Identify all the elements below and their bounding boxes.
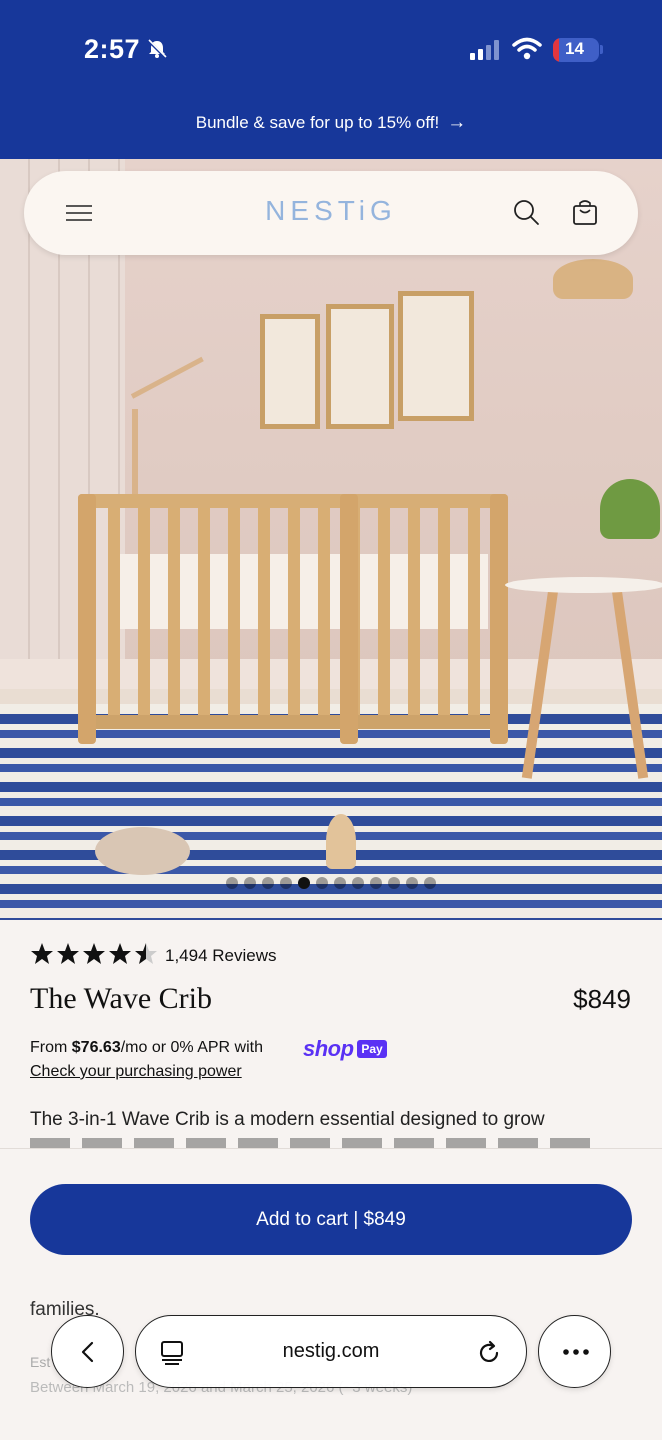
star-rating xyxy=(30,942,158,966)
gallery-dot[interactable] xyxy=(298,877,310,889)
wall-art-ducks xyxy=(398,291,474,421)
gallery-pagination[interactable] xyxy=(226,877,436,889)
top-banner: 2:57 14 Bundle & save for up to 15% off!… xyxy=(0,0,662,159)
plush-turtle xyxy=(95,827,190,875)
side-table xyxy=(505,577,662,779)
reviews-count-link[interactable]: 1,494 Reviews xyxy=(165,946,277,966)
star-icon xyxy=(31,943,53,964)
pendant-lamp xyxy=(553,259,633,299)
gallery-dot[interactable] xyxy=(226,877,238,889)
star-icon xyxy=(57,943,79,964)
wifi-icon xyxy=(512,37,542,60)
product-description: The 3-in-1 Wave Crib is a modern essenti… xyxy=(30,1109,545,1130)
shopping-bag-icon[interactable] xyxy=(572,198,598,226)
battery-level: 14 xyxy=(565,39,584,58)
product-price: $849 xyxy=(573,984,631,1014)
financing-text: From $76.63/mo or 0% APR with xyxy=(30,1039,263,1056)
gallery-dot[interactable] xyxy=(352,877,364,889)
gallery-dot[interactable] xyxy=(280,877,292,889)
bell-muted-icon xyxy=(147,39,167,59)
star-icon xyxy=(109,943,131,964)
delivery-estimate-label: Est xyxy=(30,1354,51,1370)
address-bar[interactable]: nestig.com xyxy=(135,1315,527,1388)
gallery-dot[interactable] xyxy=(316,877,328,889)
ellipsis-icon xyxy=(563,1349,589,1355)
wall-art-swan xyxy=(326,304,394,429)
gallery-dot[interactable] xyxy=(388,877,400,889)
star-icon xyxy=(83,943,105,964)
gallery-dot[interactable] xyxy=(244,877,256,889)
announcement-text: Bundle & save for up to 15% off! xyxy=(195,113,440,132)
more-options-button[interactable] xyxy=(538,1315,611,1388)
battery-tip xyxy=(600,45,603,54)
cellular-signal-icon xyxy=(470,40,499,60)
wall-art-flowers xyxy=(260,314,320,429)
description-overflow-line xyxy=(30,1138,650,1148)
gallery-dot[interactable] xyxy=(370,877,382,889)
brand-logo[interactable]: NESTiG xyxy=(24,195,638,227)
shop-pay-badge: Pay xyxy=(357,1040,387,1058)
product-title: The Wave Crib xyxy=(30,982,212,1015)
shop-pay-logo: shop xyxy=(303,1036,354,1061)
gallery-dot[interactable] xyxy=(262,877,274,889)
financing-amount: $76.63 xyxy=(71,1039,121,1056)
gallery-dot[interactable] xyxy=(406,877,418,889)
search-icon[interactable] xyxy=(512,198,540,226)
product-image-gallery[interactable] xyxy=(0,159,662,920)
crib-illustration xyxy=(78,494,508,759)
reload-icon[interactable] xyxy=(476,1340,502,1366)
gallery-dot[interactable] xyxy=(424,877,436,889)
status-time: 2:57 xyxy=(84,34,141,64)
gallery-dot[interactable] xyxy=(334,877,346,889)
plant xyxy=(600,479,660,539)
url-text: nestig.com xyxy=(282,1340,380,1362)
arrow-right-icon: → xyxy=(447,112,467,133)
add-to-cart-button[interactable]: Add to cart | $849 xyxy=(30,1184,632,1255)
announcement-link[interactable]: Bundle & save for up to 15% off! → xyxy=(0,112,662,134)
chevron-left-icon xyxy=(81,1341,94,1363)
browser-back-button[interactable] xyxy=(51,1315,124,1388)
check-purchasing-power-link[interactable]: Check your purchasing power xyxy=(30,1063,242,1081)
star-icon xyxy=(135,943,157,964)
wooden-toy xyxy=(326,814,356,869)
mobile xyxy=(132,409,138,499)
battery-indicator: 14 xyxy=(553,38,599,62)
site-header: NESTiG xyxy=(24,171,638,255)
